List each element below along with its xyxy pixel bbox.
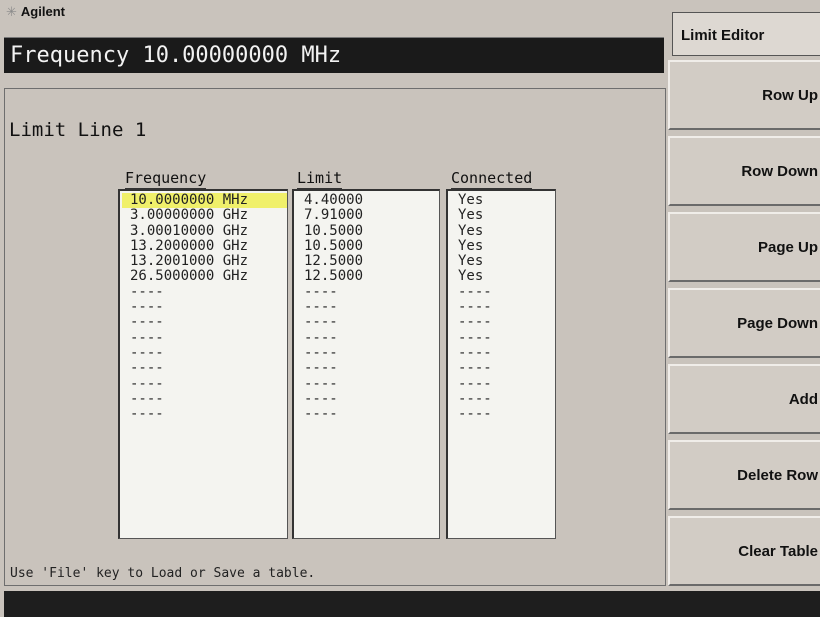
frequency-cell[interactable]: 26.5000000 GHz bbox=[120, 269, 287, 285]
limit-cell[interactable]: ---- bbox=[294, 391, 439, 407]
limit-cell[interactable]: 12.5000 bbox=[294, 253, 439, 269]
clear-table-button[interactable]: Clear Table bbox=[668, 516, 820, 586]
limit-cell[interactable]: 10.5000 bbox=[294, 223, 439, 239]
row-down-button[interactable]: Row Down bbox=[668, 136, 820, 206]
frequency-cell[interactable]: 3.00000000 GHz bbox=[120, 207, 287, 223]
column-header-limit: Limit bbox=[297, 169, 343, 189]
connected-cell[interactable]: Yes bbox=[448, 192, 555, 208]
frequency-readout: Frequency 10.00000000 MHz bbox=[4, 37, 664, 73]
connected-cell[interactable]: ---- bbox=[448, 391, 555, 407]
agilent-logo: ✳ Agilent bbox=[6, 4, 65, 20]
frequency-cell[interactable]: 3.00010000 GHz bbox=[120, 223, 287, 239]
frequency-cell[interactable]: ---- bbox=[120, 299, 287, 315]
frequency-cell[interactable]: 10.0000000 MHz bbox=[122, 192, 287, 209]
limit-cell[interactable]: ---- bbox=[294, 345, 439, 361]
connected-cell[interactable]: Yes bbox=[448, 207, 555, 223]
agilent-star-icon: ✳ bbox=[6, 4, 17, 19]
limit-table-panel: Limit Line 1 Frequency Limit Connected 1… bbox=[4, 88, 666, 586]
connected-cell[interactable]: ---- bbox=[448, 330, 555, 346]
frequency-cell[interactable]: ---- bbox=[120, 406, 287, 422]
brand-label: Agilent bbox=[20, 4, 65, 19]
limit-cell[interactable]: 10.5000 bbox=[294, 238, 439, 254]
page-up-button[interactable]: Page Up bbox=[668, 212, 820, 282]
connected-cell[interactable]: ---- bbox=[448, 406, 555, 422]
connected-cell[interactable]: ---- bbox=[448, 376, 555, 392]
limit-cell[interactable]: ---- bbox=[294, 284, 439, 300]
hint-text: Use 'File' key to Load or Save a table. bbox=[10, 566, 316, 581]
connected-cell[interactable]: ---- bbox=[448, 315, 555, 331]
limit-cell[interactable]: 4.40000 bbox=[294, 192, 439, 208]
softkey-menu-title: Limit Editor bbox=[672, 12, 820, 56]
frequency-cell[interactable]: ---- bbox=[120, 391, 287, 407]
frequency-cell[interactable]: ---- bbox=[120, 360, 287, 376]
frequency-cell[interactable]: ---- bbox=[120, 345, 287, 361]
limit-column[interactable]: 4.40000 7.91000 10.5000 10.5000 12.5000 12.50… bbox=[292, 189, 440, 539]
column-header-connected: Connected bbox=[451, 169, 533, 189]
page-down-button[interactable]: Page Down bbox=[668, 288, 820, 358]
limit-line-title: Limit Line 1 bbox=[9, 119, 147, 141]
connected-cell[interactable]: ---- bbox=[448, 299, 555, 315]
limit-cell[interactable]: ---- bbox=[294, 360, 439, 376]
frequency-cell[interactable]: 13.2000000 GHz bbox=[120, 238, 287, 254]
delete-row-button[interactable]: Delete Row bbox=[668, 440, 820, 510]
status-bar bbox=[4, 591, 820, 617]
row-up-button[interactable]: Row Up bbox=[668, 60, 820, 130]
frequency-column[interactable]: 10.0000000 MHz 3.00000000 GHz 3.00010000 G… bbox=[118, 189, 288, 539]
column-header-frequency: Frequency bbox=[125, 169, 207, 189]
frequency-cell[interactable]: 13.2001000 GHz bbox=[120, 253, 287, 269]
limit-cell[interactable]: 7.91000 bbox=[294, 207, 439, 223]
limit-cell[interactable]: ---- bbox=[294, 315, 439, 331]
limit-cell[interactable]: ---- bbox=[294, 376, 439, 392]
softkey-menu: Limit Editor Row Up Row Down Page Up Pag… bbox=[668, 6, 820, 589]
frequency-cell[interactable]: ---- bbox=[120, 315, 287, 331]
limit-cell[interactable]: ---- bbox=[294, 299, 439, 315]
limit-cell[interactable]: ---- bbox=[294, 330, 439, 346]
add-button[interactable]: Add bbox=[668, 364, 820, 434]
connected-cell[interactable]: Yes bbox=[448, 253, 555, 269]
connected-cell[interactable]: ---- bbox=[448, 345, 555, 361]
connected-cell[interactable]: ---- bbox=[448, 284, 555, 300]
frequency-cell[interactable]: ---- bbox=[120, 284, 287, 300]
frequency-cell[interactable]: ---- bbox=[120, 376, 287, 392]
connected-cell[interactable]: Yes bbox=[448, 223, 555, 239]
connected-cell[interactable]: Yes bbox=[448, 238, 555, 254]
connected-column[interactable]: Yes Yes Yes Yes Yes Yes ---- ---- ---- ---- ---- --… bbox=[446, 189, 556, 539]
limit-cell[interactable]: ---- bbox=[294, 406, 439, 422]
frequency-cell[interactable]: ---- bbox=[120, 330, 287, 346]
connected-cell[interactable]: Yes bbox=[448, 269, 555, 285]
limit-cell[interactable]: 12.5000 bbox=[294, 269, 439, 285]
connected-cell[interactable]: ---- bbox=[448, 360, 555, 376]
